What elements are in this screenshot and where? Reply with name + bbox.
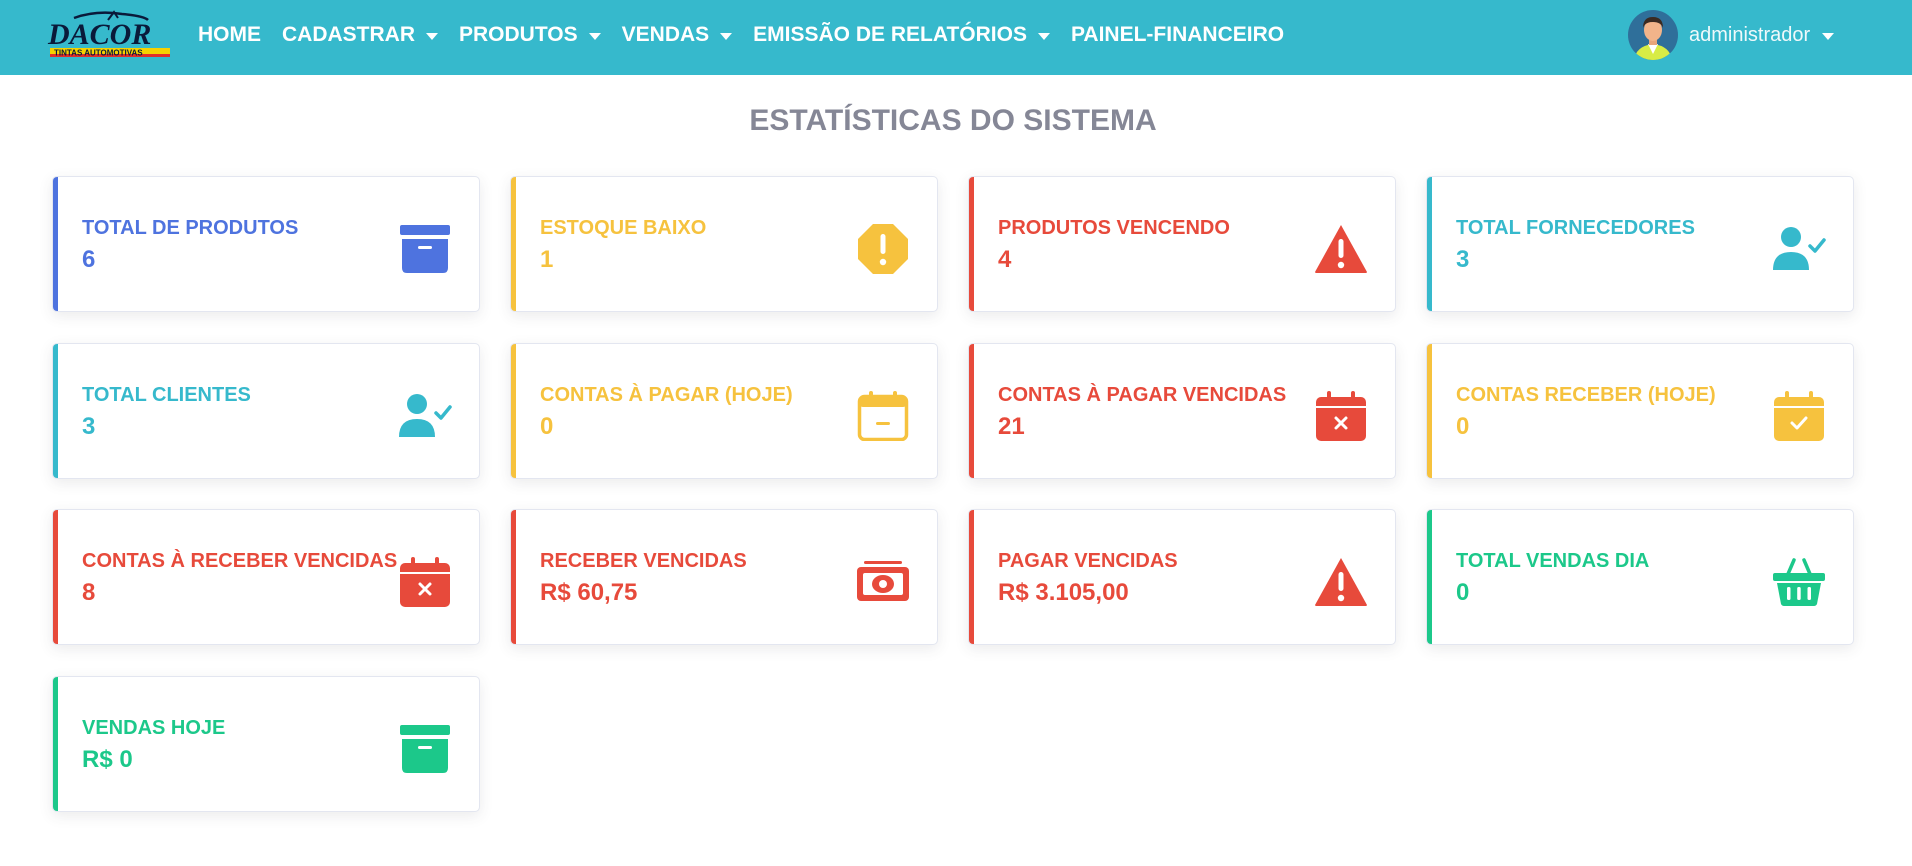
nav-relatorios[interactable]: EMISSÃO DE RELATÓRIOS [753,23,1050,47]
stat-card-total-fornecedores[interactable]: TOTAL FORNECEDORES 3 [1426,176,1854,312]
logo-tagline-text: TINTAS AUTOMOTIVAS [54,49,143,58]
nav-painel-financeiro[interactable]: PAINEL-FINANCEIRO [1071,23,1284,47]
calendar-minus-icon [856,391,910,442]
warning-triangle-icon [1314,224,1368,274]
caret-down-icon [1037,32,1050,40]
stat-card-total-vendas-dia[interactable]: TOTAL VENDAS DIA 0 [1426,509,1854,645]
top-navbar: DACOR TINTAS AUTOMOTIVAS HOME CADASTRAR … [0,0,1912,75]
card-accent-bar [53,177,58,311]
avatar [1628,10,1678,60]
card-accent-bar [511,177,516,311]
stat-card-contas-pagar-hoje[interactable]: CONTAS À PAGAR (HOJE) 0 [510,343,938,479]
nav-cadastrar[interactable]: CADASTRAR [282,23,438,47]
card-accent-bar [511,510,516,644]
card-label: PRODUTOS VENCENDO [998,217,1230,239]
caret-down-icon [588,32,601,40]
exclamation-octagon-icon [856,224,910,274]
nav-produtos-label: PRODUTOS [459,23,578,46]
nav-home[interactable]: HOME [198,23,261,47]
nav-produtos[interactable]: PRODUTOS [459,23,601,47]
card-value: 1 [540,246,554,273]
card-accent-bar [969,510,974,644]
page-title: ESTATÍSTICAS DO SISTEMA [749,104,1157,137]
nav-vendas[interactable]: VENDAS [622,23,733,47]
user-check-icon [398,391,452,441]
card-value: 21 [998,413,1025,440]
card-value: 6 [82,246,96,273]
card-value: R$ 0 [82,746,133,773]
caret-down-icon [720,32,733,40]
card-accent-bar [511,344,516,478]
card-value: 8 [82,579,96,606]
stat-card-contas-pagar-vencidas[interactable]: CONTAS À PAGAR VENCIDAS 21 [968,343,1396,479]
card-value: 0 [540,413,554,440]
stat-card-pagar-vencidas[interactable]: PAGAR VENCIDAS R$ 3.105,00 [968,509,1396,645]
card-accent-bar [53,344,58,478]
stat-card-produtos-vencendo[interactable]: PRODUTOS VENCENDO 4 [968,176,1396,312]
card-accent-bar [1427,344,1432,478]
card-accent-bar [969,177,974,311]
stat-card-contas-receber-vencidas[interactable]: CONTAS À RECEBER VENCIDAS 8 [52,509,480,645]
calendar-check-icon [1772,391,1826,441]
card-value: R$ 3.105,00 [998,579,1129,606]
card-label: CONTAS À PAGAR (HOJE) [540,384,793,406]
card-label: CONTAS À RECEBER VENCIDAS [82,550,398,572]
calendar-times-icon [1314,391,1368,441]
card-label: TOTAL FORNECEDORES [1456,217,1695,239]
card-value: 3 [82,413,96,440]
nav-relatorios-label: EMISSÃO DE RELATÓRIOS [753,23,1027,46]
user-name: administrador [1689,23,1811,46]
brand-logo[interactable]: DACOR TINTAS AUTOMOTIVAS [44,10,172,62]
warning-triangle-icon [1314,557,1368,607]
card-label: ESTOQUE BAIXO [540,217,707,239]
card-label: TOTAL VENDAS DIA [1456,550,1650,572]
card-label: TOTAL CLIENTES [82,384,251,406]
card-label: CONTAS À PAGAR VENCIDAS [998,384,1287,406]
card-label: VENDAS HOJE [82,717,226,739]
user-check-icon [1772,224,1826,274]
nav-cadastrar-label: CADASTRAR [282,23,415,46]
stat-card-total-clientes[interactable]: TOTAL CLIENTES 3 [52,343,480,479]
card-value: 0 [1456,579,1470,606]
stat-card-total-produtos[interactable]: TOTAL DE PRODUTOS 6 [52,176,480,312]
nav-painel-financeiro-label: PAINEL-FINANCEIRO [1070,23,1285,46]
card-accent-bar [53,510,58,644]
card-value: 0 [1456,413,1470,440]
card-value: 3 [1456,246,1470,273]
nav-home-label: HOME [198,23,261,46]
caret-down-icon [1822,32,1835,40]
user-menu[interactable]: administrador [1628,10,1835,60]
shopping-basket-icon [1772,557,1826,607]
archive-box-icon [398,724,452,774]
stat-card-contas-receber-hoje[interactable]: CONTAS RECEBER (HOJE) 0 [1426,343,1854,479]
card-accent-bar [1427,510,1432,644]
card-label: PAGAR VENCIDAS [998,550,1178,572]
card-label: CONTAS RECEBER (HOJE) [1456,384,1716,406]
stat-card-estoque-baixo[interactable]: ESTOQUE BAIXO 1 [510,176,938,312]
archive-box-icon [398,224,452,274]
nav-vendas-label: VENDAS [621,23,710,46]
card-value: R$ 60,75 [540,579,638,606]
card-accent-bar [1427,177,1432,311]
logo-brand-text: DACOR [47,18,151,51]
card-label: RECEBER VENCIDAS [540,550,747,572]
stat-card-receber-vencidas[interactable]: RECEBER VENCIDAS R$ 60,75 [510,509,938,645]
calendar-times-icon [398,557,452,607]
card-accent-bar [53,677,58,811]
caret-down-icon [426,32,438,40]
stat-card-vendas-hoje[interactable]: VENDAS HOJE R$ 0 [52,676,480,812]
card-value: 4 [998,246,1012,273]
money-bill-icon [856,557,910,607]
card-accent-bar [969,344,974,478]
card-label: TOTAL DE PRODUTOS [82,217,299,239]
